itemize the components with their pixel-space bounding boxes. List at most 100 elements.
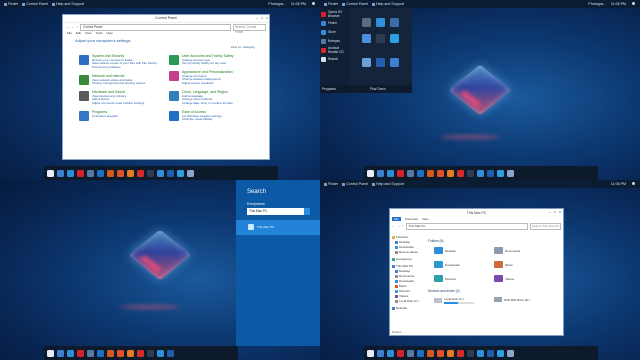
tile-settings[interactable] [362, 18, 371, 27]
back-arrow-icon[interactable]: ← [66, 25, 69, 29]
category-hardware-sound[interactable]: Hardware and Sound View devices and print… [79, 90, 169, 105]
nav-item[interactable]: Recent places [392, 250, 425, 255]
topbar-help[interactable]: Help and Support [56, 2, 84, 6]
topbar-help[interactable]: Help and Support [376, 182, 404, 186]
browser-icon[interactable] [117, 169, 124, 177]
finder-icon[interactable] [67, 169, 74, 177]
folder-videos[interactable]: Videos [494, 275, 554, 282]
opera-icon[interactable] [397, 169, 404, 177]
menu-tools[interactable]: Tools [95, 31, 102, 36]
menu-view[interactable]: View [85, 31, 91, 36]
start-icon[interactable] [367, 349, 374, 357]
finder-icon[interactable] [387, 169, 394, 177]
category-user-accounts[interactable]: User Accounts and Family Safety Change ac… [169, 54, 259, 66]
tile-explorer[interactable] [390, 58, 399, 67]
search-icon[interactable] [304, 208, 310, 215]
topbar-help[interactable]: Help and Support [376, 2, 404, 6]
opera-icon[interactable] [77, 169, 84, 177]
ribbon-view-tab[interactable]: View [422, 217, 428, 221]
acrobat-icon[interactable] [457, 349, 464, 357]
all-programs-button[interactable]: Programs [322, 87, 336, 91]
tile-mail[interactable] [390, 18, 399, 27]
task-view-icon[interactable] [57, 169, 64, 177]
finder-icon[interactable] [67, 349, 74, 357]
up-arrow-icon[interactable]: ↑ [76, 25, 78, 29]
notification-icon[interactable] [312, 2, 315, 5]
start-item-opera[interactable]: Opera GX Browser [321, 10, 350, 18]
folder-pictures[interactable]: Pictures [434, 275, 494, 282]
search-input[interactable]: This Mac PC [247, 208, 309, 215]
power-button[interactable]: Pha/ Down [370, 87, 386, 91]
vlc-icon[interactable] [127, 169, 134, 177]
nav-item[interactable]: Network [392, 306, 425, 311]
start-icon[interactable] [47, 349, 54, 357]
ribbon-computer-tab[interactable]: Computer [405, 217, 418, 221]
start-item-notepad[interactable]: Notepad [321, 38, 350, 44]
forward-arrow-icon[interactable]: → [397, 224, 400, 228]
weather-icon[interactable] [497, 169, 504, 177]
menu-file[interactable]: File [67, 31, 72, 36]
menu-help[interactable]: Help [106, 31, 112, 36]
back-arrow-icon[interactable]: ← [392, 224, 395, 228]
browser-icon[interactable] [437, 169, 444, 177]
zoom-icon[interactable] [417, 169, 424, 177]
forward-arrow-icon[interactable]: → [71, 25, 74, 29]
start-item-store[interactable]: Store [321, 29, 350, 35]
tile-news[interactable] [362, 58, 371, 67]
view-by-dropdown[interactable]: Category [243, 45, 255, 49]
settings-icon[interactable] [147, 349, 154, 357]
firefox-icon[interactable] [427, 169, 434, 177]
firefox-icon[interactable] [427, 349, 434, 357]
browser-icon[interactable] [117, 349, 124, 357]
tile-calendar[interactable] [376, 58, 385, 67]
acrobat-icon[interactable] [137, 349, 144, 357]
photos-icon[interactable] [487, 349, 494, 357]
store-icon[interactable] [477, 169, 484, 177]
folder-music[interactable]: Music [494, 261, 554, 268]
zoom-icon[interactable] [97, 349, 104, 357]
acrobat-icon[interactable] [457, 169, 464, 177]
folder-downloads[interactable]: Downloads [434, 261, 494, 268]
maximize-icon[interactable]: □ [554, 210, 556, 214]
start-item-acrobat[interactable]: Acrobat Reader DC [321, 46, 350, 54]
trash-icon[interactable] [187, 169, 194, 177]
store-icon[interactable] [157, 349, 164, 357]
mail-icon[interactable] [87, 169, 94, 177]
maximize-icon[interactable]: □ [261, 15, 263, 22]
category-network-internet[interactable]: Network and Internet View network status … [79, 74, 169, 86]
trash-icon[interactable] [507, 349, 514, 357]
mail-icon[interactable] [87, 349, 94, 357]
close-icon[interactable]: × [266, 15, 268, 22]
zoom-icon[interactable] [97, 169, 104, 177]
category-appearance[interactable]: Appearance and Personalization Change the… [169, 70, 259, 85]
settings-icon[interactable] [467, 349, 474, 357]
vlc-icon[interactable] [447, 349, 454, 357]
tile-photos[interactable] [362, 34, 371, 43]
address-bar[interactable]: Control Panel [79, 23, 231, 31]
task-view-icon[interactable] [377, 169, 384, 177]
topbar-control-panel[interactable]: Control Panel [26, 2, 48, 6]
category-system-security[interactable]: System and Security Review your computer'… [79, 54, 169, 69]
notification-icon[interactable] [632, 182, 635, 185]
close-icon[interactable]: × [559, 210, 561, 214]
start-icon[interactable] [367, 169, 374, 177]
photos-icon[interactable] [487, 169, 494, 177]
search-scope[interactable]: Everywhere [247, 202, 320, 206]
weather-icon[interactable] [177, 169, 184, 177]
search-input[interactable]: Search Control Panel [233, 23, 266, 34]
opera-icon[interactable] [397, 349, 404, 357]
topbar-finder[interactable]: Finder [328, 182, 338, 186]
zoom-icon[interactable] [417, 349, 424, 357]
drive-d[interactable]: DVD RW Drive (D:) [494, 297, 554, 302]
topbar-finder[interactable]: Finder [8, 2, 18, 6]
search-result[interactable]: This Mac PC [236, 220, 320, 235]
start-item-finder[interactable]: Finder [321, 20, 350, 26]
minimize-icon[interactable]: – [549, 210, 551, 214]
drive-c[interactable]: Local Disk (C:) [434, 297, 494, 304]
settings-icon[interactable] [147, 169, 154, 177]
start-item-search[interactable]: Search [321, 56, 350, 62]
folder-documents[interactable]: Documents [494, 247, 554, 254]
nav-item[interactable]: Local Disk (C:) [392, 299, 425, 304]
trash-icon[interactable] [507, 169, 514, 177]
firefox-icon[interactable] [107, 169, 114, 177]
